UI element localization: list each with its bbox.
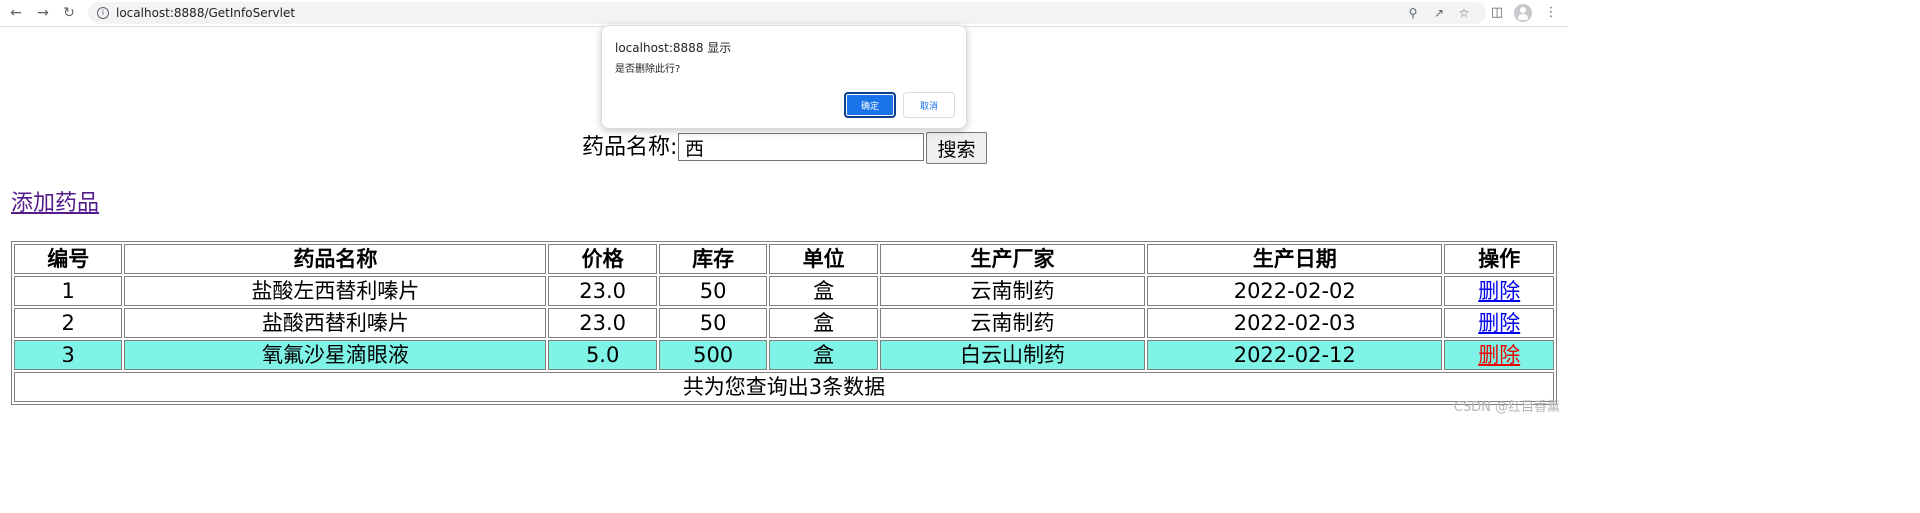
search-input[interactable]	[678, 133, 924, 161]
dialog-title: localhost:8888 显示	[615, 41, 732, 55]
cell-id: 2	[14, 308, 123, 338]
cell-id: 1	[14, 276, 123, 306]
zoom-icon[interactable]: ⚲	[1405, 5, 1421, 21]
cell-date: 2022-02-03	[1147, 308, 1443, 338]
cell-date: 2022-02-12	[1147, 340, 1443, 370]
reload-icon[interactable]: ↻	[59, 3, 79, 23]
share-icon[interactable]: ↗	[1431, 5, 1447, 21]
cell-maker: 白云山制药	[879, 340, 1146, 370]
cell-stock: 50	[658, 308, 768, 338]
header-id: 编号	[14, 244, 123, 274]
cell-date: 2022-02-02	[1147, 276, 1443, 306]
cell-maker: 云南制药	[879, 276, 1146, 306]
cell-price: 23.0	[548, 276, 657, 306]
cell-stock: 500	[658, 340, 768, 370]
cell-name: 盐酸左西替利嗪片	[124, 276, 547, 306]
table-row: 1 盐酸左西替利嗪片 23.0 50 盒 云南制药 2022-02-02 删除	[14, 276, 1554, 306]
cancel-button[interactable]: 取消	[903, 92, 955, 118]
cell-action: 删除	[1444, 276, 1554, 306]
cell-stock: 50	[658, 276, 768, 306]
table-row: 2 盐酸西替利嗪片 23.0 50 盒 云南制药 2022-02-03 删除	[14, 308, 1554, 338]
cell-id: 3	[14, 340, 123, 370]
table-footer-row: 共为您查询出3条数据	[14, 372, 1554, 402]
cell-price: 5.0	[548, 340, 657, 370]
drug-table: 编号 药品名称 价格 库存 单位 生产厂家 生产日期 操作 1 盐酸左西替利嗪片…	[11, 241, 1557, 405]
header-price: 价格	[548, 244, 657, 274]
header-maker: 生产厂家	[879, 244, 1146, 274]
confirm-dialog: localhost:8888 显示 是否删除此行? 确定 取消	[601, 25, 967, 129]
star-icon[interactable]: ☆	[1456, 5, 1472, 21]
search-label: 药品名称:	[582, 135, 678, 160]
header-action: 操作	[1444, 244, 1554, 274]
table-row-highlighted: 3 氧氟沙星滴眼液 5.0 500 盒 白云山制药 2022-02-12 删除	[14, 340, 1554, 370]
result-count: 共为您查询出3条数据	[14, 372, 1554, 402]
header-name: 药品名称	[124, 244, 547, 274]
cell-action: 删除	[1444, 308, 1554, 338]
header-date: 生产日期	[1147, 244, 1443, 274]
header-stock: 库存	[658, 244, 768, 274]
delete-link[interactable]: 删除	[1478, 343, 1520, 367]
address-bar[interactable]: i localhost:8888/GetInfoServlet ⚲ ↗ ☆	[88, 2, 1486, 24]
cell-action: 删除	[1444, 340, 1554, 370]
cell-unit: 盒	[769, 276, 878, 306]
cell-unit: 盒	[769, 340, 878, 370]
profile-icon[interactable]	[1514, 4, 1532, 22]
cell-price: 23.0	[548, 308, 657, 338]
side-panel-icon[interactable]: ◫	[1488, 3, 1506, 23]
table-header-row: 编号 药品名称 价格 库存 单位 生产厂家 生产日期 操作	[14, 244, 1554, 274]
kebab-menu-icon[interactable]: ⋮	[1542, 3, 1560, 23]
search-button[interactable]: 搜索	[926, 132, 987, 164]
cell-name: 氧氟沙星滴眼液	[124, 340, 547, 370]
arrow-left-icon[interactable]: ←	[6, 3, 26, 23]
add-drug-link[interactable]: 添加药品	[11, 190, 99, 218]
cell-name: 盐酸西替利嗪片	[124, 308, 547, 338]
watermark: CSDN @红目香薰	[1453, 400, 1560, 415]
dialog-message: 是否删除此行?	[615, 64, 681, 75]
ok-button[interactable]: 确定	[844, 92, 896, 118]
cell-unit: 盒	[769, 308, 878, 338]
url-text[interactable]: localhost:8888/GetInfoServlet	[116, 5, 295, 21]
header-unit: 单位	[769, 244, 878, 274]
cell-maker: 云南制药	[879, 308, 1146, 338]
arrow-right-icon[interactable]: →	[33, 3, 53, 23]
browser-toolbar: ← → ↻ i localhost:8888/GetInfoServlet ⚲ …	[0, 0, 1568, 27]
delete-link[interactable]: 删除	[1478, 279, 1520, 303]
info-icon[interactable]: i	[97, 7, 109, 19]
delete-link[interactable]: 删除	[1478, 311, 1520, 335]
